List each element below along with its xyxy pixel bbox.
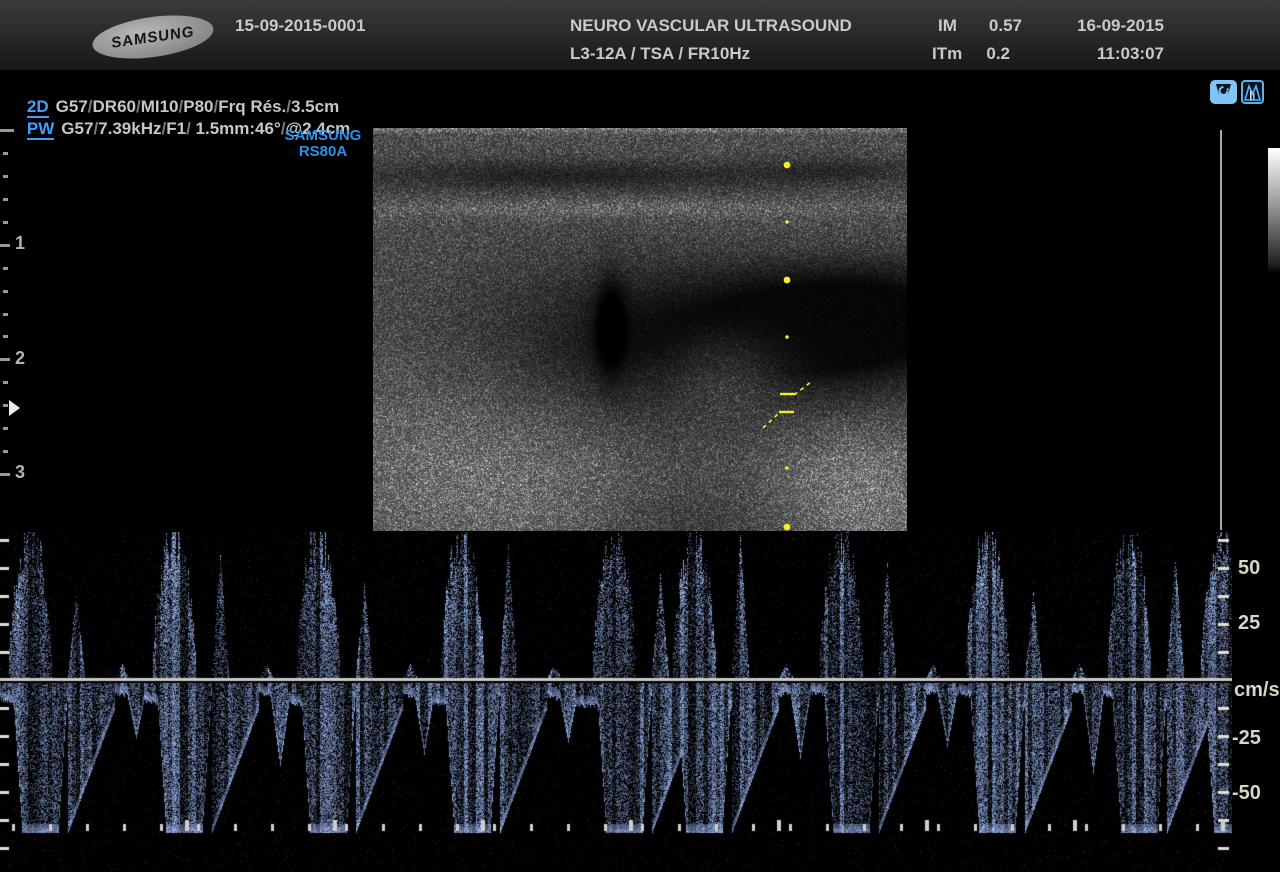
depth-tick	[3, 427, 8, 430]
ultrasound-screen: SAMSUNG 15-09-2015-0001 NEURO VASCULAR U…	[0, 0, 1280, 872]
param-segment: G57	[61, 119, 93, 138]
probe-orientation-icon[interactable]	[1210, 80, 1237, 104]
grayscale-map-bar	[1268, 148, 1280, 273]
mi-value: 0.57	[989, 16, 1022, 36]
depth-tick	[3, 198, 8, 201]
spectral-doppler-trace	[0, 532, 1232, 872]
depth-tick	[3, 335, 8, 338]
thermal-index: ITm 0.2	[932, 44, 1010, 64]
depth-tick	[0, 244, 10, 247]
velocity-scale-label: -50	[1232, 782, 1261, 805]
pw-sample-line[interactable]	[373, 128, 907, 532]
depth-tick	[3, 267, 8, 270]
velocity-scale-label: -25	[1232, 727, 1261, 750]
param-segment: 7.39kHz	[98, 119, 161, 138]
samsung-logo: SAMSUNG	[90, 9, 216, 66]
velocity-unit-label: cm/s	[1234, 679, 1280, 702]
depth-tick	[3, 175, 8, 178]
mline-indicator	[1220, 130, 1222, 530]
param-segment: F1	[166, 119, 186, 138]
brand-make: SAMSUNG	[268, 128, 378, 144]
probe-info: L3-12A / TSA / FR10Hz	[570, 44, 750, 64]
depth-tick	[0, 129, 14, 132]
system-branding: SAMSUNG RS80A	[268, 128, 378, 160]
tim-label: ITm	[932, 44, 962, 64]
patient-id: 15-09-2015-0001	[235, 16, 365, 36]
mode-pw-label: PW	[27, 119, 54, 140]
dual-display-icon[interactable]	[1241, 80, 1264, 104]
depth-tick	[3, 152, 8, 155]
depth-tick	[3, 221, 8, 224]
study-title: NEURO VASCULAR ULTRASOUND	[570, 16, 852, 36]
depth-tick	[3, 450, 8, 453]
brand-model: RS80A	[268, 144, 378, 160]
exam-time: 11:03:07	[1056, 44, 1164, 64]
depth-label: 2	[15, 348, 25, 369]
focus-marker-icon	[9, 400, 20, 416]
depth-label: 1	[15, 233, 25, 254]
tim-value: 0.2	[986, 44, 1010, 64]
depth-tick	[0, 358, 10, 361]
depth-label: 3	[15, 462, 25, 483]
mi-label: IM	[938, 16, 957, 36]
velocity-scale-label: 50	[1238, 557, 1260, 580]
samsung-logo-text: SAMSUNG	[111, 23, 194, 52]
depth-tick	[3, 404, 8, 407]
header-bar: SAMSUNG 15-09-2015-0001 NEURO VASCULAR U…	[0, 0, 1280, 70]
depth-tick	[3, 290, 8, 293]
exam-date: 16-09-2015	[1056, 16, 1164, 36]
mechanical-index: IM 0.57	[938, 16, 1022, 36]
velocity-scale-label: 25	[1238, 612, 1260, 635]
depth-tick	[0, 473, 10, 476]
depth-tick	[3, 381, 8, 384]
depth-tick	[3, 313, 8, 316]
